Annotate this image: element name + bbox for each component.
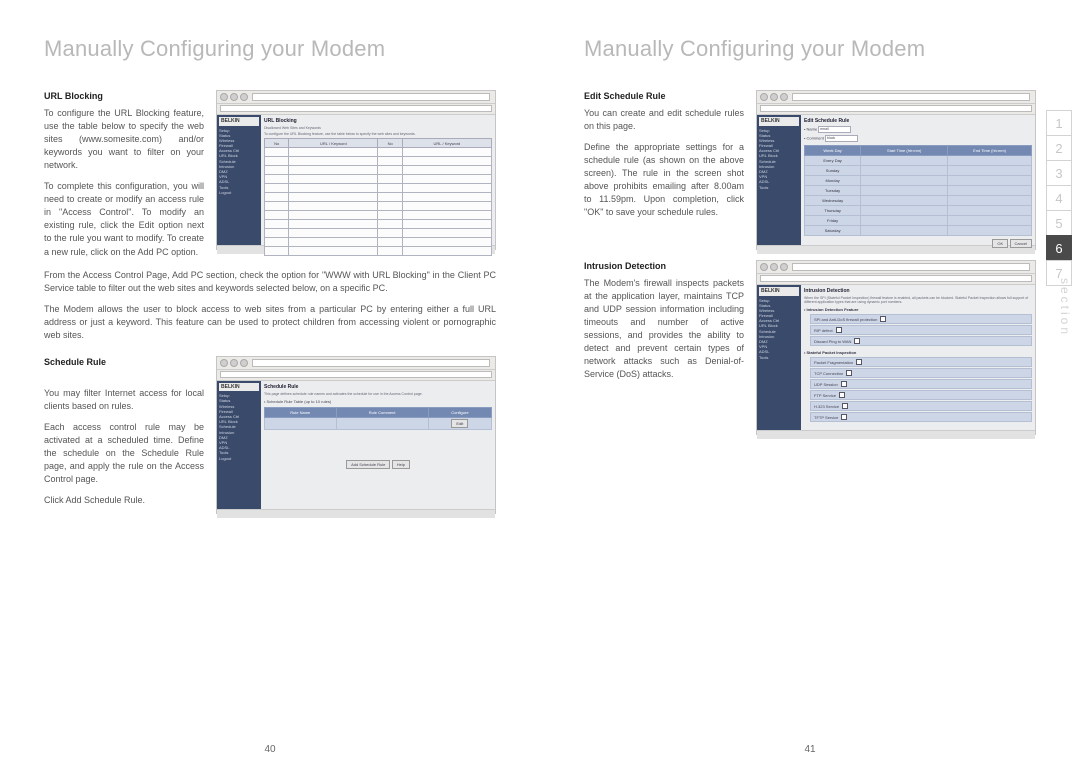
section-tab-1[interactable]: 1 xyxy=(1046,110,1072,135)
intrusion-heading: Intrusion Detection xyxy=(584,260,744,273)
screenshot-schedule-rule: BELKIN SetupStatusWirelessFirewallAccess… xyxy=(216,356,496,514)
section-tab-6[interactable]: 6 xyxy=(1046,235,1072,260)
edit-schedule-heading: Edit Schedule Rule xyxy=(584,90,744,103)
body-text: Click Add Schedule Rule. xyxy=(44,494,204,507)
page-number: 41 xyxy=(804,744,815,755)
body-text: The Modem allows the user to block acces… xyxy=(44,303,496,342)
screenshot-url-blocking: BELKIN SetupStatusWirelessFirewallAccess… xyxy=(216,90,496,250)
page-title: Manually Configuring your Modem xyxy=(584,36,1036,62)
section-tab-5[interactable]: 5 xyxy=(1046,210,1072,235)
body-text: From the Access Control Page, Add PC sec… xyxy=(44,269,496,295)
section-label: section xyxy=(1058,278,1072,337)
schedule-rule-heading: Schedule Rule xyxy=(44,356,204,369)
page-left: Manually Configuring your Modem URL Bloc… xyxy=(0,0,540,771)
body-text: You may filter Internet access for local… xyxy=(44,387,204,413)
section-tab-3[interactable]: 3 xyxy=(1046,160,1072,185)
body-text: Each access control rule may be activate… xyxy=(44,421,204,486)
screenshot-edit-schedule: BELKIN SetupStatusWirelessFirewallAccess… xyxy=(756,90,1036,250)
section-tab-2[interactable]: 2 xyxy=(1046,135,1072,160)
screenshot-intrusion: BELKIN SetupStatusWirelessFirewallAccess… xyxy=(756,260,1036,435)
section-tab-4[interactable]: 4 xyxy=(1046,185,1072,210)
body-text: To complete this configuration, you will… xyxy=(44,180,204,258)
body-text: Define the appropriate settings for a sc… xyxy=(584,141,744,219)
body-text: The Modem's firewall inspects packets at… xyxy=(584,277,744,381)
page-number: 40 xyxy=(264,744,275,755)
body-text: You can create and edit schedule rules o… xyxy=(584,107,744,133)
page-title: Manually Configuring your Modem xyxy=(44,36,496,62)
section-nav: 1 2 3 4 5 6 7 xyxy=(1046,110,1072,286)
url-blocking-heading: URL Blocking xyxy=(44,90,204,103)
body-text: To configure the URL Blocking feature, u… xyxy=(44,107,204,172)
page-right: Manually Configuring your Modem Edit Sch… xyxy=(540,0,1080,771)
